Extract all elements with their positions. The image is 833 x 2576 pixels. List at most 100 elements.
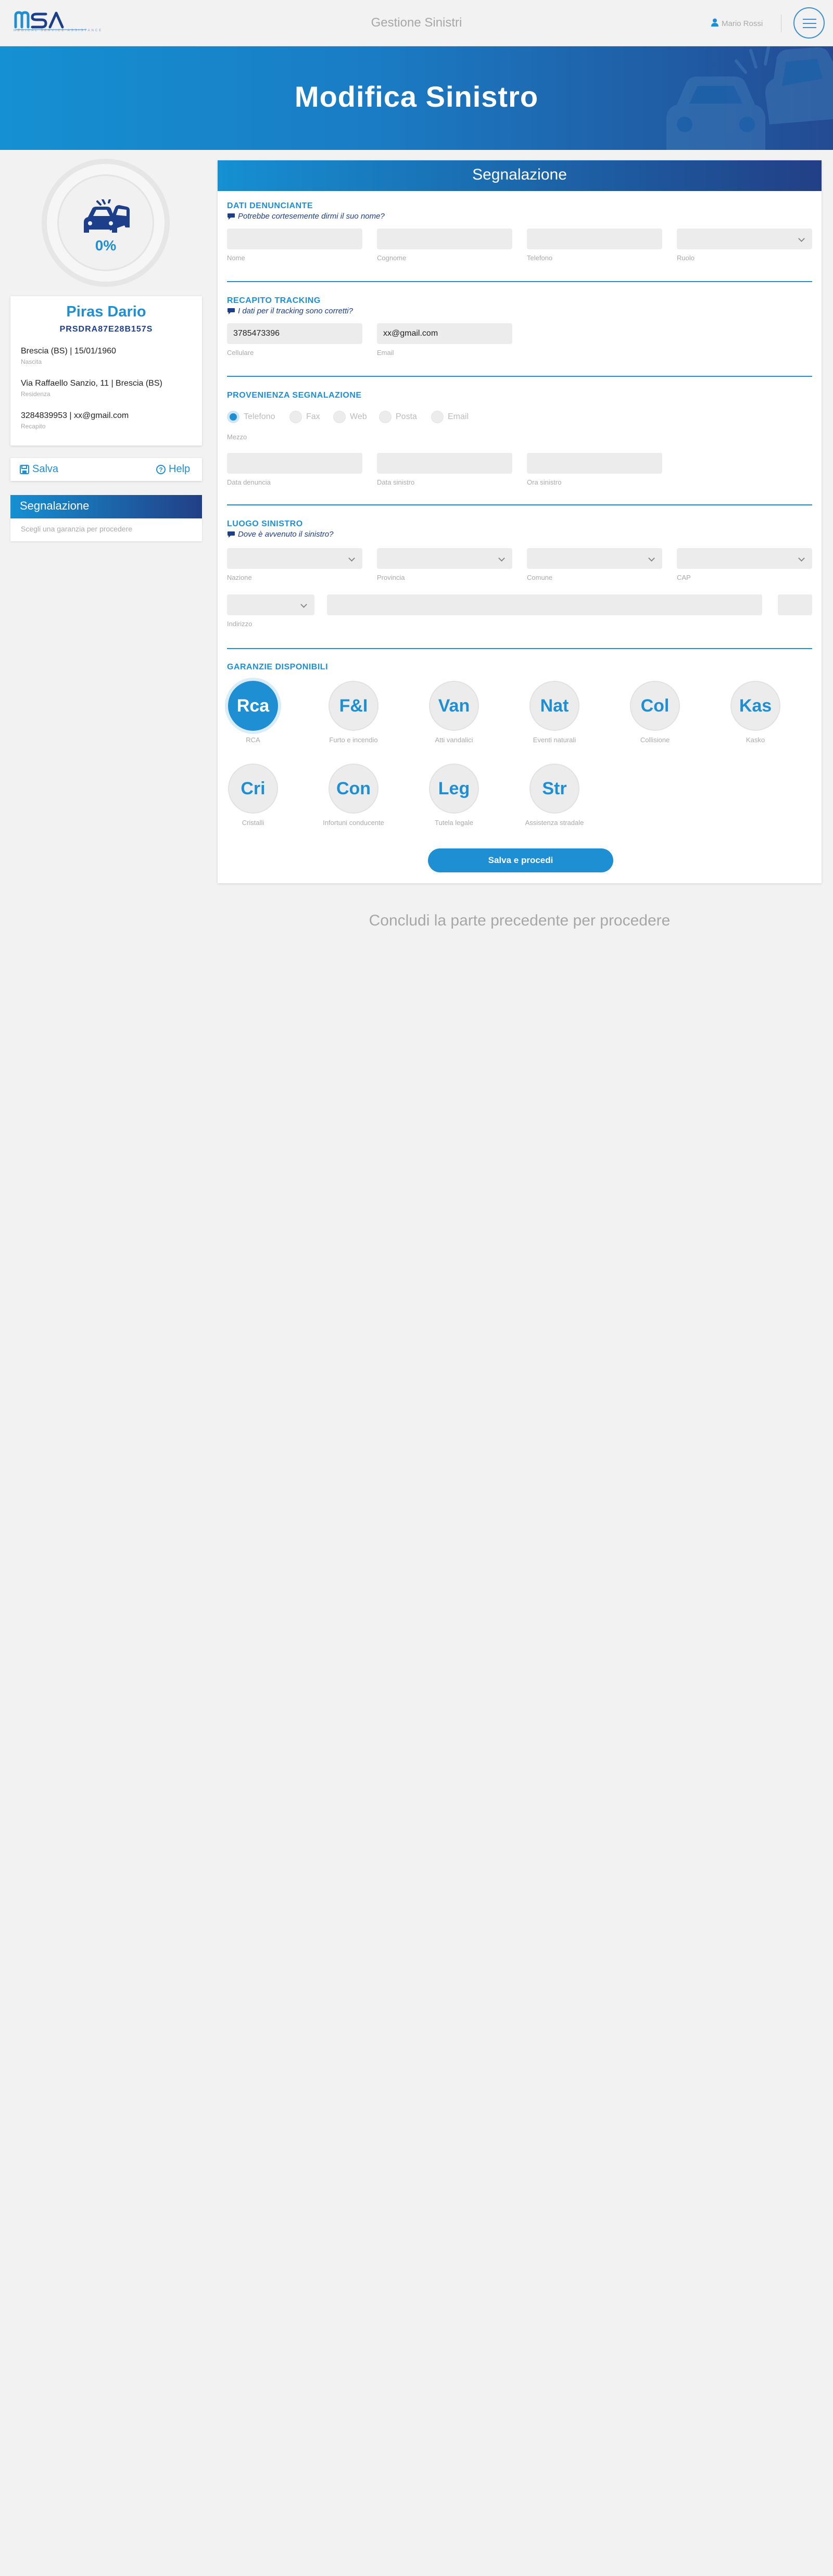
provincia-label: Provincia [377,574,405,581]
section-divider [227,504,812,505]
garanzia-label: Tutela legale [435,819,473,827]
garanzia-label: Furto e incendio [329,736,378,744]
person-birth-label: Nascita [21,358,42,365]
indirizzo-input[interactable] [327,594,762,615]
section-subtitle-denunciante: Potrebbe cortesemente dirmi il suo nome? [227,212,385,221]
garanzia-code: Nat [529,681,579,731]
ora-sinistro-label: Ora sinistro [527,478,562,486]
user-name: Mario Rossi [722,19,763,28]
garanzia-atti-vandalici-button[interactable]: Van Atti vandalici [415,681,493,744]
data-sinistro-input[interactable] [377,453,512,474]
save-and-proceed-button[interactable]: Salva e procedi [428,848,613,872]
person-card: Piras Dario PRSDRA87E28B157S Brescia (BS… [10,296,202,446]
cellulare-input[interactable]: 3785473396 [227,323,362,344]
civico-input[interactable] [778,594,812,615]
cognome-label: Cognome [377,254,407,262]
garanzia-code: Rca [228,681,278,731]
indirizzo-label: Indirizzo [227,620,253,628]
data-denuncia-input[interactable] [227,453,362,474]
garanzia-code: Van [429,681,479,731]
garanzia-label: Infortuni conducente [323,819,384,827]
help-button[interactable]: ? Help [156,463,190,475]
person-fiscal-code: PRSDRA87E28B157S [59,325,153,334]
garanzia-kasko-button[interactable]: Kas Kasko [716,681,794,744]
ruolo-select[interactable] [677,229,812,249]
ora-sinistro-input[interactable] [527,453,662,474]
garanzia-eventi-naturali-button[interactable]: Nat Eventi naturali [515,681,594,744]
tipo-via-select[interactable] [227,594,314,615]
user-icon [711,18,718,29]
garanzia-rca-button[interactable]: Rca RCA [214,681,292,744]
garanzia-code: Con [329,764,378,814]
car-crash-icon [84,199,130,233]
section-divider [227,376,812,377]
section-divider [227,281,812,282]
person-residence: Via Raffaello Sanzio, 11 | Brescia (BS) [21,379,162,388]
data-denuncia-label: Data denuncia [227,478,271,486]
email-label: Email [377,349,394,357]
garanzia-code: Cri [228,764,278,814]
hamburger-menu-button[interactable] [793,7,825,39]
comune-select[interactable] [527,548,662,569]
garanzia-assistenza-stradale-button[interactable]: Str Assistenza stradale [515,764,594,827]
progress-indicator: 0% [42,159,170,287]
chat-bubble-icon [228,308,235,314]
nome-label: Nome [227,254,245,262]
cognome-input[interactable] [377,229,512,249]
garanzia-label: Cristalli [242,819,264,827]
radio-email[interactable]: Email [431,411,469,423]
person-birth: Brescia (BS) | 15/01/1960 [21,347,116,356]
segnalazione-form: Segnalazione DATI DENUNCIANTE Potrebbe c… [218,160,822,883]
cellulare-label: Cellulare [227,349,254,357]
garanzia-furto-e-incendio-button[interactable]: F&I Furto e incendio [314,681,393,744]
garanzia-code: Col [630,681,680,731]
save-label: Salva [32,463,59,475]
radio-posta[interactable]: Posta [379,411,417,423]
person-residence-label: Residenza [21,390,51,398]
garanzia-collisione-button[interactable]: Col Collisione [616,681,694,744]
garanzia-code: Kas [730,681,780,731]
save-button[interactable]: Salva [20,463,58,475]
provincia-select[interactable] [377,548,512,569]
section-divider [227,648,812,649]
radio-fax[interactable]: Fax [289,411,320,423]
save-icon [20,464,29,474]
garanzia-label: Atti vandalici [435,736,473,744]
person-name: Piras Dario [66,303,146,320]
garanzia-label: Assistenza stradale [525,819,584,827]
mezzo-label: Mezzo [227,433,247,441]
radio-telefono[interactable]: Telefono [227,411,275,423]
section-title-garanzie: GARANZIE DISPONIBILI [227,663,329,671]
email-input[interactable]: xx@gmail.com [377,323,512,344]
nome-input[interactable] [227,229,362,249]
nazione-label: Nazione [227,574,252,581]
top-bar: MEDICAL SERVICE ASSISTANCE Gestione Sini… [0,0,833,46]
svg-text:?: ? [159,466,162,473]
chat-bubble-icon [228,213,235,220]
garanzia-tutela-legale-button[interactable]: Leg Tutela legale [415,764,493,827]
help-icon: ? [156,464,166,474]
data-sinistro-label: Data sinistro [377,478,415,486]
nazione-select[interactable] [227,548,362,569]
section-title-provenienza: PROVENIENZA SEGNALAZIONE [227,391,362,400]
person-contact-label: Recapito [21,423,46,430]
radio-web[interactable]: Web [333,411,367,423]
section-subtitle-luogo: Dove è avvenuto il sinistro? [227,530,333,539]
form-title: Segnalazione [218,160,822,191]
car-crash-illustration-icon [666,46,833,150]
next-step-hint: Concludi la parte precedente per procede… [369,912,671,929]
garanzia-infortuni-conducente-button[interactable]: Con Infortuni conducente [314,764,393,827]
garanzia-label: Kasko [746,736,765,744]
garanzia-cristalli-button[interactable]: Cri Cristalli [214,764,292,827]
garanzia-code: Leg [429,764,479,814]
garanzia-code: Str [529,764,579,814]
actions-bar: Salva ? Help [10,458,202,481]
section-title-tracking: RECAPITO TRACKING [227,296,321,305]
hamburger-menu-icon [803,19,816,20]
telefono-input[interactable] [527,229,662,249]
cap-select[interactable] [677,548,812,569]
user-menu[interactable]: Mario Rossi [711,18,763,29]
garanzia-label: RCA [246,736,260,744]
ruolo-label: Ruolo [677,254,695,262]
step-segnalazione[interactable]: Segnalazione [10,495,202,518]
